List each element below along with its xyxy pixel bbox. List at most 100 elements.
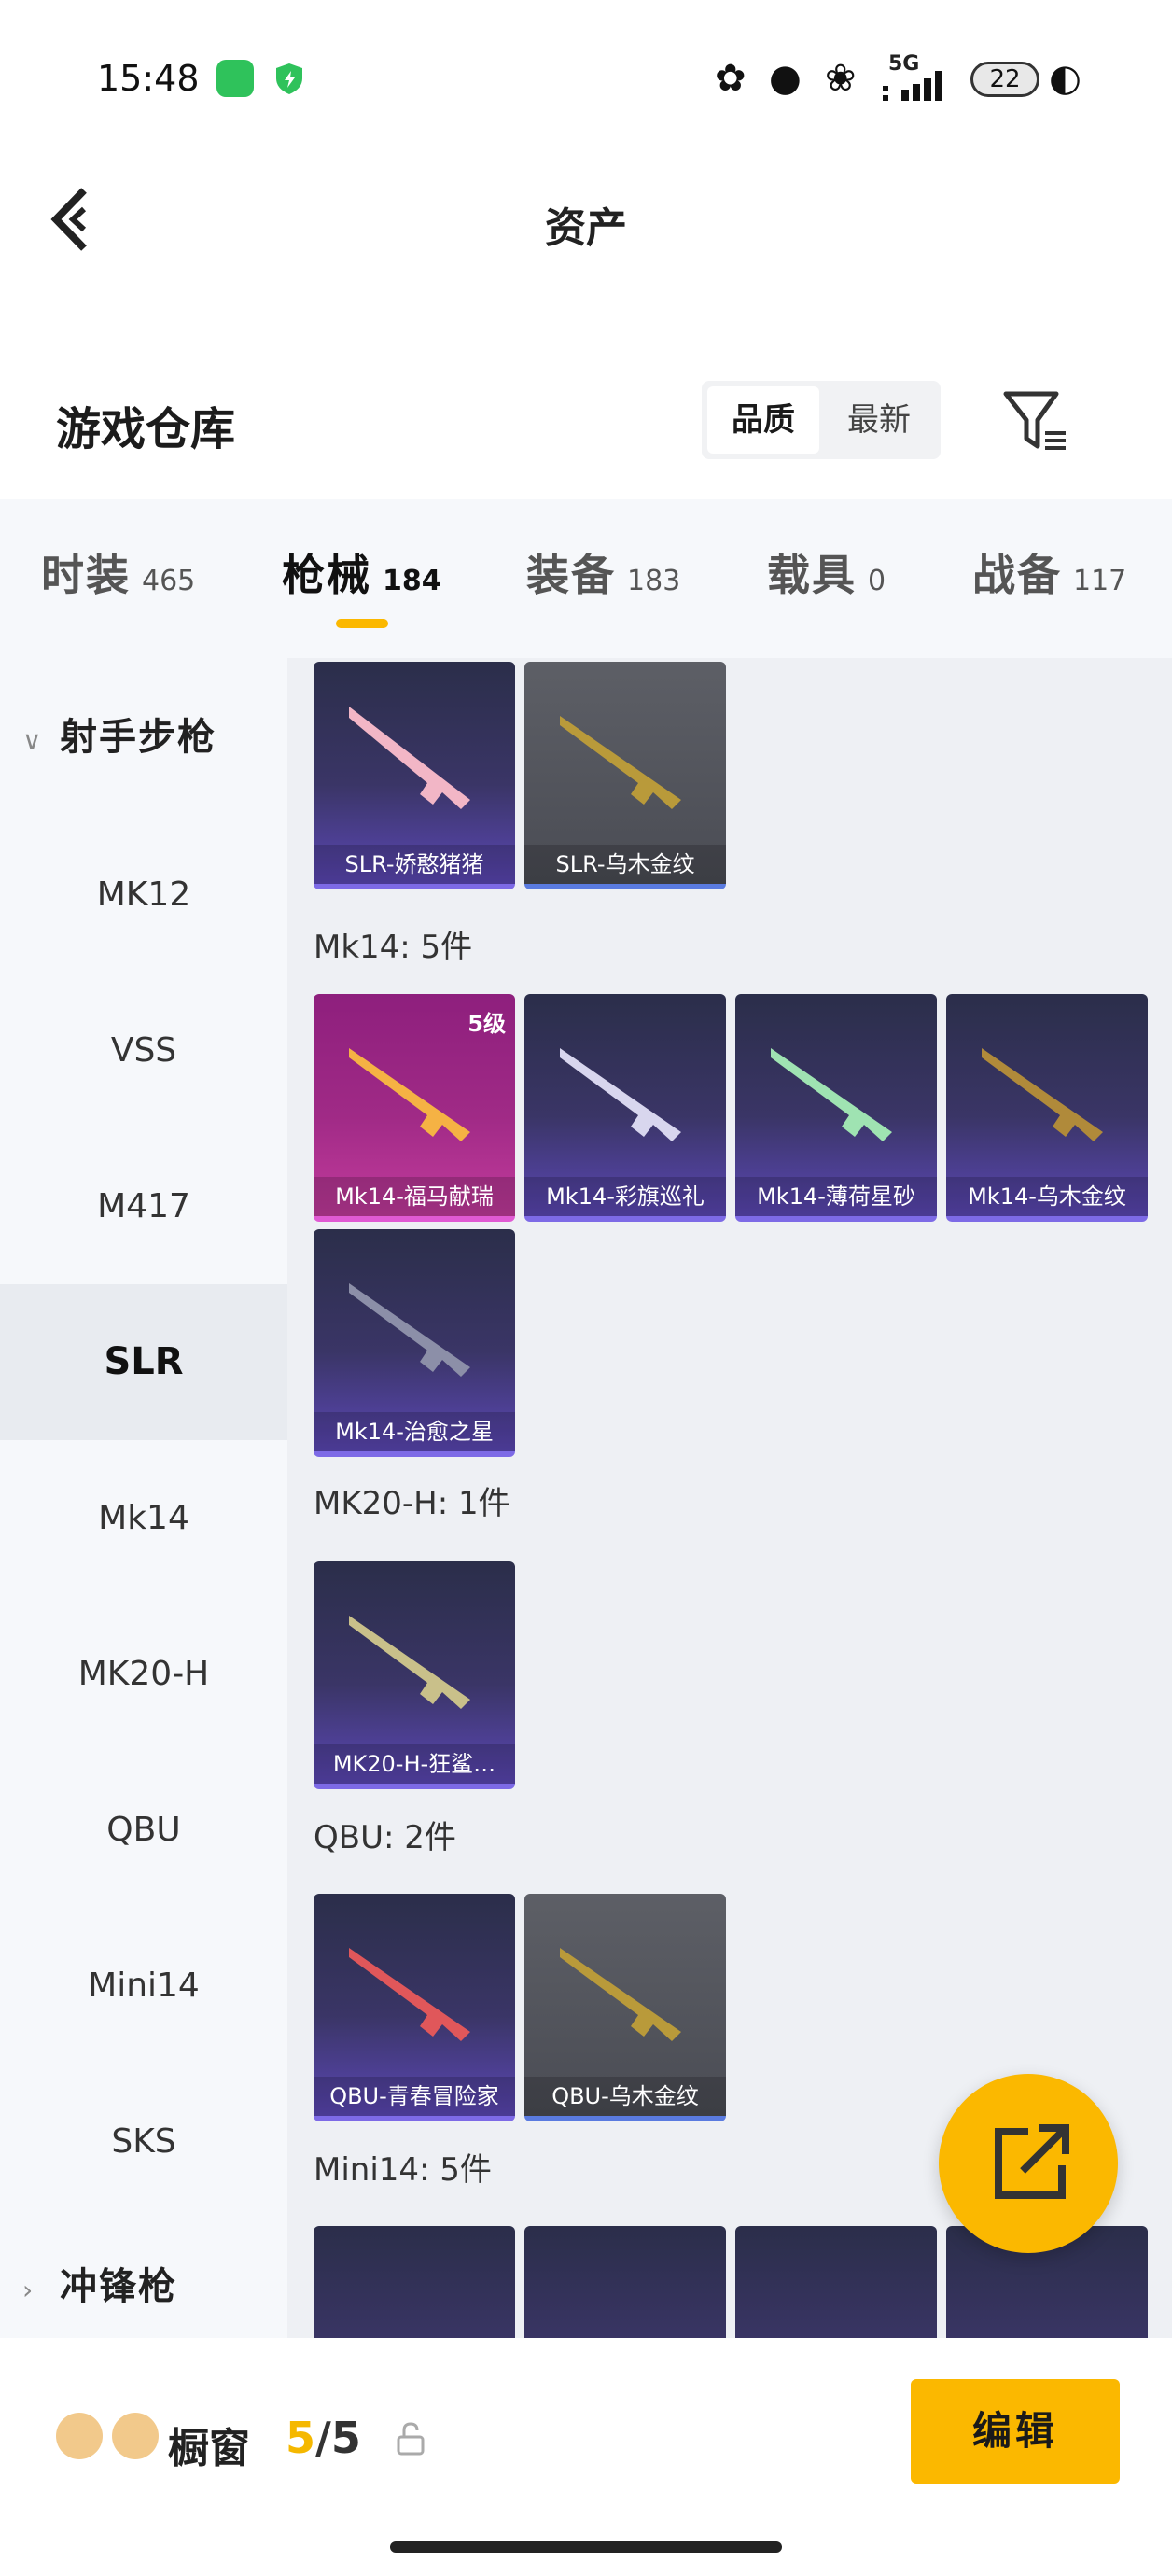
rifle-skin-image bbox=[349, 707, 470, 809]
tab-vehicles[interactable]: 载具 0 bbox=[767, 541, 886, 616]
category-tabs: 时装 465 枪械 184 装备 183 载具 0 战备 117 bbox=[0, 499, 1172, 658]
weapon-card[interactable]: 5级 Mk14-福马献瑞 bbox=[314, 994, 515, 1222]
tab-label: 装备 bbox=[526, 550, 616, 600]
sidebar-item-mini14[interactable]: Mini14 bbox=[0, 1908, 287, 2064]
sidebar-group-label: 射手步枪 bbox=[60, 716, 216, 759]
status-time: 15:48 bbox=[97, 58, 200, 99]
sidebar-item-vss[interactable]: VSS bbox=[0, 973, 287, 1128]
weapon-card[interactable]: Mk14-乌木金纹 bbox=[946, 994, 1148, 1222]
chevron-right-icon: › bbox=[22, 2275, 35, 2305]
weapon-card[interactable]: QBU-乌木金纹 bbox=[524, 1894, 726, 2121]
sidebar-item-slr[interactable]: SLR bbox=[0, 1284, 287, 1440]
weapon-card[interactable]: SLR-乌木金纹 bbox=[524, 662, 726, 889]
weapon-card-name: SLR-娇憨猪猪 bbox=[314, 845, 515, 884]
tab-label: 枪械 bbox=[282, 550, 371, 600]
weapon-card-name: Mk14-彩旗巡礼 bbox=[524, 1177, 726, 1216]
bear-app-icon: ● bbox=[769, 57, 802, 100]
sidebar-group-smg[interactable]: › 冲锋枪 bbox=[22, 2249, 177, 2324]
filter-button[interactable] bbox=[998, 385, 1073, 459]
tab-weapons[interactable]: 枪械 184 bbox=[282, 541, 441, 616]
weapon-card[interactable]: Mk14-彩旗巡礼 bbox=[524, 994, 726, 1222]
paw-avatar-icon bbox=[112, 2413, 159, 2459]
section-label-mk20h: MK20-H: 1件 bbox=[314, 1485, 510, 1522]
rifle-skin-image bbox=[560, 1948, 681, 2041]
sort-toggle: 品质 最新 bbox=[702, 381, 941, 459]
signal-icon bbox=[883, 71, 942, 101]
chevron-down-icon: ∨ bbox=[22, 725, 44, 756]
bear-avatar-icon bbox=[56, 2413, 103, 2459]
warehouse-title: 游戏仓库 bbox=[56, 403, 236, 455]
app-notification-icon: ✿ bbox=[715, 57, 746, 100]
shield-icon bbox=[271, 60, 308, 97]
page-title: 资产 bbox=[545, 204, 627, 252]
weapon-card-name: Mk14-治愈之星 bbox=[314, 1412, 515, 1451]
weapon-type-sidebar: ∨ 射手步枪 MK12 VSS M417 SLR Mk14 MK20-H QBU … bbox=[0, 658, 287, 2338]
tab-count: 117 bbox=[1073, 565, 1127, 597]
weapon-card-name: SLR-乌木金纹 bbox=[524, 845, 726, 884]
showcase-count-current: 5 bbox=[286, 2413, 316, 2463]
sidebar-item-sks[interactable]: SKS bbox=[0, 2064, 287, 2219]
rifle-skin-image bbox=[982, 1048, 1103, 1141]
tab-label: 时装 bbox=[41, 550, 131, 600]
weapon-card[interactable]: QBU-青春冒险家 bbox=[314, 1894, 515, 2121]
tab-count: 0 bbox=[868, 565, 886, 597]
battery-level: 22 bbox=[989, 65, 1021, 93]
weapon-card[interactable]: MK20-H-狂鲨… bbox=[314, 1561, 515, 1789]
showcase-count-total: /5 bbox=[315, 2413, 361, 2463]
showcase-count: 5/5 bbox=[286, 2413, 361, 2463]
tab-label: 战备 bbox=[972, 550, 1062, 600]
status-bar: 15:48 ✿ ● ❀ 5G 22 ◐ bbox=[0, 0, 1172, 140]
sidebar-item-m417[interactable]: M417 bbox=[0, 1128, 287, 1284]
sidebar-group-dmr[interactable]: ∨ 射手步枪 bbox=[22, 700, 216, 775]
sort-quality-button[interactable]: 品质 bbox=[707, 386, 819, 454]
notification-icon: ◐ bbox=[1049, 57, 1081, 100]
share-icon bbox=[995, 2124, 1069, 2199]
filter-icon bbox=[1003, 391, 1066, 450]
home-indicator bbox=[390, 2541, 782, 2553]
weapon-card[interactable] bbox=[524, 2226, 726, 2338]
weapon-card[interactable] bbox=[735, 2226, 937, 2338]
weapon-card-name: Mk14-乌木金纹 bbox=[946, 1177, 1148, 1216]
sidebar-item-mk12[interactable]: MK12 bbox=[0, 817, 287, 973]
share-button[interactable] bbox=[939, 2074, 1118, 2253]
battery-icon: 22 bbox=[970, 62, 1039, 97]
tab-label: 载具 bbox=[767, 550, 857, 600]
tab-active-indicator bbox=[336, 619, 388, 628]
section-label-mini14: Mini14: 5件 bbox=[314, 2151, 492, 2189]
tab-combat-gear[interactable]: 战备 117 bbox=[972, 541, 1126, 616]
weapon-card[interactable] bbox=[314, 2226, 515, 2338]
weapon-card[interactable]: Mk14-薄荷星砂 bbox=[735, 994, 937, 1222]
rifle-skin-image bbox=[560, 1048, 681, 1141]
sidebar-item-qbu[interactable]: QBU bbox=[0, 1752, 287, 1908]
lock-icon bbox=[397, 2422, 425, 2456]
rifle-skin-image bbox=[349, 1048, 470, 1141]
sidebar-group-label: 冲锋枪 bbox=[60, 2265, 177, 2308]
rifle-skin-image bbox=[349, 1616, 470, 1709]
edit-button[interactable]: 编辑 bbox=[911, 2379, 1120, 2484]
sort-latest-button[interactable]: 最新 bbox=[823, 386, 935, 454]
showcase-bar: 橱窗 5/5 编辑 bbox=[0, 2338, 1172, 2576]
message-app-icon bbox=[216, 60, 254, 97]
section-label-mk14: Mk14: 5件 bbox=[314, 929, 473, 966]
weapon-card-name: QBU-乌木金纹 bbox=[524, 2077, 726, 2116]
weapon-card-name: Mk14-薄荷星砂 bbox=[735, 1177, 937, 1216]
weapon-card[interactable]: SLR-娇憨猪猪 bbox=[314, 662, 515, 889]
rifle-skin-image bbox=[771, 1048, 892, 1141]
tab-count: 184 bbox=[383, 565, 441, 597]
tab-equipment[interactable]: 装备 183 bbox=[526, 541, 680, 616]
rifle-skin-image bbox=[560, 716, 681, 809]
weapon-card-name: QBU-青春冒险家 bbox=[314, 2077, 515, 2116]
tab-fashion[interactable]: 时装 465 bbox=[41, 541, 195, 616]
rifle-skin-image bbox=[349, 1948, 470, 2041]
weapon-card-name: Mk14-福马献瑞 bbox=[314, 1177, 515, 1216]
showcase-label: 橱窗 bbox=[168, 2425, 250, 2472]
weapon-card[interactable]: Mk14-治愈之星 bbox=[314, 1229, 515, 1457]
sidebar-item-mk20h[interactable]: MK20-H bbox=[0, 1596, 287, 1752]
weapon-card-name: MK20-H-狂鲨… bbox=[314, 1744, 515, 1784]
sidebar-item-mk14[interactable]: Mk14 bbox=[0, 1440, 287, 1596]
rifle-skin-image bbox=[349, 1283, 470, 1377]
section-label-qbu: QBU: 2件 bbox=[314, 1819, 456, 1856]
tab-count: 183 bbox=[627, 565, 681, 597]
tab-count: 465 bbox=[142, 565, 196, 597]
paw-app-icon: ❀ bbox=[825, 57, 857, 100]
